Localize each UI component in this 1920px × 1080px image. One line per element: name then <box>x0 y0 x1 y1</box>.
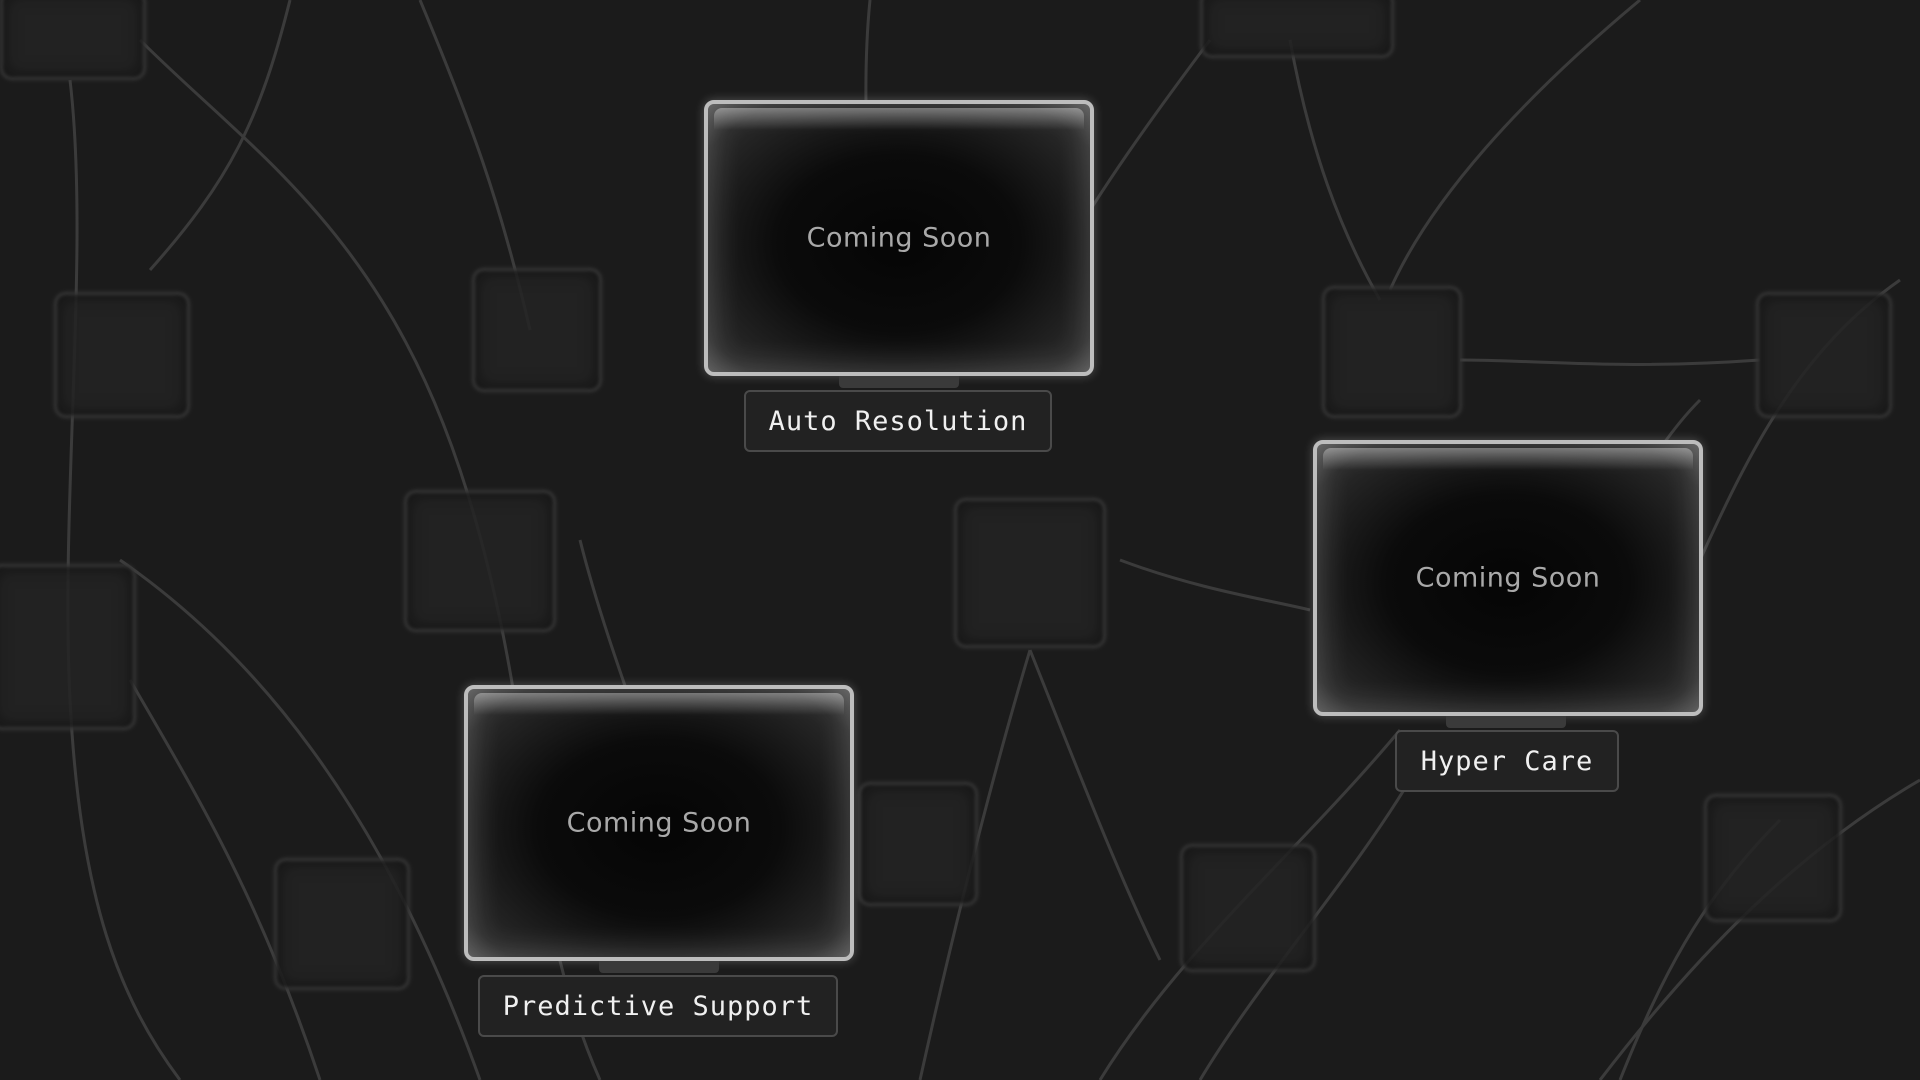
predictive-support-card[interactable]: Coming Soon <box>464 685 854 961</box>
card-status-text: Coming Soon <box>566 807 752 839</box>
card-status-text: Coming Soon <box>1415 562 1601 594</box>
hyper-care-card[interactable]: Coming Soon <box>1313 440 1703 716</box>
card-status-text: Coming Soon <box>806 222 992 254</box>
background-node <box>0 564 136 730</box>
background-node <box>472 268 602 392</box>
predictive-support-label[interactable]: Predictive Support <box>478 975 838 1037</box>
card-connector <box>1446 716 1566 728</box>
background-node <box>0 0 146 80</box>
background-node <box>954 498 1106 648</box>
background-node <box>1322 286 1462 418</box>
background-node <box>1704 794 1842 922</box>
auto-resolution-label[interactable]: Auto Resolution <box>744 390 1052 452</box>
background-node <box>1180 844 1316 972</box>
background-node <box>858 782 978 906</box>
hyper-care-label[interactable]: Hyper Care <box>1395 730 1619 792</box>
background-node <box>404 490 556 632</box>
auto-resolution-card[interactable]: Coming Soon <box>704 100 1094 376</box>
card-connector <box>599 961 719 973</box>
background-node <box>1200 0 1394 58</box>
background-node <box>1756 292 1892 418</box>
card-connector <box>839 376 959 388</box>
background-node <box>54 292 190 418</box>
background-node <box>274 858 410 990</box>
